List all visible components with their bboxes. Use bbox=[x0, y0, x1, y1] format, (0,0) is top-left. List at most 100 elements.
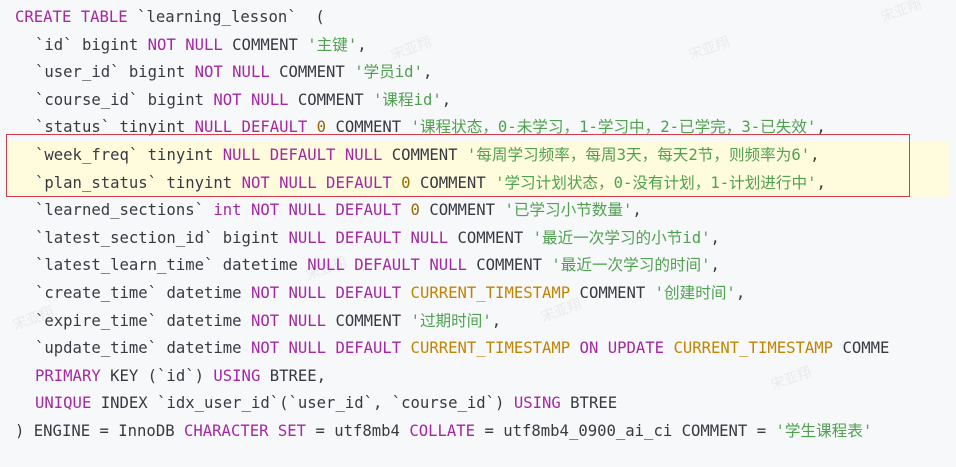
column-id-line: `id` bigint NOT NULL COMMENT '主键', bbox=[15, 32, 950, 60]
constraint: NOT NULL DEFAULT bbox=[250, 339, 402, 358]
comment-keyword: COMMENT bbox=[326, 311, 411, 330]
engine-line: ) ENGINE = InnoDB CHARACTER SET = utf8mb… bbox=[15, 418, 950, 446]
column-type: bigint bbox=[119, 63, 195, 82]
column-type: bigint bbox=[72, 35, 148, 54]
on-update-function: CURRENT_TIMESTAMP bbox=[664, 339, 834, 358]
default-function: CURRENT_TIMESTAMP bbox=[401, 339, 571, 358]
unique-index-line: UNIQUE INDEX `idx_user_id`(`user_id`, `c… bbox=[15, 390, 950, 418]
constraint: NOT NULL DEFAULT bbox=[241, 201, 402, 220]
column-name: `latest_learn_time` bbox=[35, 256, 214, 275]
constraint: NOT NULL bbox=[250, 311, 327, 330]
line-end: , bbox=[357, 35, 367, 54]
comment-keyword: COMMENT bbox=[419, 201, 505, 220]
comment-keyword: COMMENT bbox=[269, 63, 355, 82]
charset-keyword: CHARACTER SET bbox=[184, 421, 307, 440]
column-name: `id` bbox=[35, 35, 73, 54]
unique-index-def: INDEX `idx_user_id`(`user_id`, `course_i… bbox=[91, 394, 514, 413]
line-end: , bbox=[710, 228, 720, 247]
column-type: int bbox=[213, 201, 242, 220]
column-user-id-line: `user_id` bigint NOT NULL COMMENT '学员id'… bbox=[15, 59, 950, 87]
line-end: , bbox=[422, 63, 433, 82]
column-type: tinyint bbox=[138, 145, 223, 164]
unique-keyword: UNIQUE bbox=[35, 394, 92, 413]
line-end: , bbox=[441, 90, 452, 109]
column-latest-section-id-line: `latest_section_id` bigint NULL DEFAULT … bbox=[15, 225, 950, 253]
comment-keyword: COMMENT bbox=[410, 173, 496, 192]
column-plan-status-line: `plan_status` tinyint NOT NULL DEFAULT 0… bbox=[6, 169, 950, 198]
column-update-time-line: `update_time` datetime NOT NULL DEFAULT … bbox=[15, 335, 950, 363]
engine-def: ) ENGINE = InnoDB bbox=[15, 421, 184, 440]
comment-string: '学习计划状态，0-没有计划，1-计划进行中' bbox=[495, 173, 817, 192]
charset-value: = utf8mb4 bbox=[306, 421, 410, 440]
constraint: NULL DEFAULT NULL bbox=[222, 145, 383, 164]
column-latest-learn-time-line: `latest_learn_time` datetime NULL DEFAUL… bbox=[15, 252, 950, 280]
comment-string: '创建时间' bbox=[654, 283, 736, 302]
constraint: NOT NULL bbox=[213, 90, 289, 109]
default-number: 0 bbox=[401, 201, 420, 220]
comment-string: '课程id' bbox=[373, 90, 442, 109]
btree-text: BTREE bbox=[560, 394, 618, 413]
truncated-comment: COMME bbox=[833, 339, 890, 358]
column-type: datetime bbox=[157, 311, 251, 330]
create-keyword: CREATE TABLE bbox=[15, 8, 128, 26]
column-name: `week_freq` bbox=[35, 145, 139, 164]
constraint: NOT NULL bbox=[147, 35, 223, 54]
comment-keyword: COMMENT bbox=[382, 145, 467, 164]
column-name: `update_time` bbox=[35, 339, 158, 358]
comment-keyword: COMMENT bbox=[222, 35, 308, 54]
constraint: NOT NULL DEFAULT bbox=[241, 173, 392, 192]
line-end: , bbox=[491, 311, 502, 330]
column-name: `learned_sections` bbox=[35, 201, 204, 220]
column-type: tinyint bbox=[157, 173, 242, 192]
column-type: bigint bbox=[138, 90, 214, 109]
column-name: `plan_status` bbox=[35, 173, 158, 192]
column-name: `course_id` bbox=[35, 90, 139, 109]
column-learned-sections-line: `learned_sections` int NOT NULL DEFAULT … bbox=[15, 197, 950, 225]
primary-key-def: KEY (`id`) bbox=[100, 366, 214, 385]
column-name: `status` bbox=[35, 118, 111, 137]
default-number: 0 bbox=[391, 173, 411, 192]
table-name: `learning_lesson` ( bbox=[127, 8, 325, 26]
comment-string: '每周学习频率，每周3天，每天2节，则频率为6' bbox=[466, 145, 811, 164]
constraint: NOT NULL DEFAULT bbox=[250, 283, 402, 302]
line-end: , bbox=[816, 173, 826, 192]
table-comment: '学生课程表' bbox=[775, 421, 873, 440]
collate-value: = utf8mb4_0900_ai_ci COMMENT = bbox=[475, 421, 776, 440]
line-end: , bbox=[735, 283, 746, 302]
comment-string: '已学习小节数量' bbox=[504, 201, 633, 220]
column-type: tinyint bbox=[110, 118, 195, 137]
column-type: bigint bbox=[213, 228, 289, 247]
btree-text: BTREE, bbox=[260, 366, 327, 385]
comment-string: '最近一次学习的小节id' bbox=[532, 228, 711, 247]
column-course-id-line: `course_id` bigint NOT NULL COMMENT '课程i… bbox=[15, 87, 950, 115]
on-update-keyword: ON UPDATE bbox=[570, 339, 665, 358]
comment-string: '最近一次学习的时间' bbox=[551, 256, 711, 275]
primary-keyword: PRIMARY bbox=[35, 366, 101, 385]
comment-keyword: COMMENT bbox=[326, 118, 411, 137]
constraint: NOT NULL bbox=[194, 63, 270, 82]
comment-keyword: COMMENT bbox=[570, 283, 655, 302]
column-name: `user_id` bbox=[35, 63, 120, 82]
column-type: datetime bbox=[157, 283, 251, 302]
column-name: `latest_section_id` bbox=[35, 228, 214, 247]
comment-string: '课程状态，0-未学习，1-学习中，2-已学完，3-已失效' bbox=[410, 118, 817, 137]
default-number: 0 bbox=[307, 118, 327, 137]
column-create-time-line: `create_time` datetime NOT NULL DEFAULT … bbox=[15, 280, 950, 308]
collate-keyword: COLLATE bbox=[409, 421, 476, 440]
column-expire-time-line: `expire_time` datetime NOT NULL COMMENT … bbox=[15, 308, 950, 336]
using-keyword: USING bbox=[513, 394, 561, 413]
comment-string: '学员id' bbox=[354, 63, 423, 82]
column-status-line: `status` tinyint NULL DEFAULT 0 COMMENT … bbox=[15, 114, 950, 142]
comment-string: '主键' bbox=[307, 35, 358, 54]
comment-string: '过期时间' bbox=[410, 311, 492, 330]
comment-keyword: COMMENT bbox=[448, 228, 533, 247]
column-type: datetime bbox=[157, 339, 251, 358]
line-end: , bbox=[710, 256, 720, 275]
default-function: CURRENT_TIMESTAMP bbox=[401, 283, 571, 302]
line-end: , bbox=[632, 201, 642, 220]
constraint: NULL DEFAULT bbox=[194, 118, 308, 137]
comment-keyword: COMMENT bbox=[466, 256, 552, 275]
column-week-freq-line: `week_freq` tinyint NULL DEFAULT NULL CO… bbox=[6, 141, 950, 170]
using-keyword: USING bbox=[213, 366, 261, 385]
line-end: , bbox=[810, 145, 820, 164]
